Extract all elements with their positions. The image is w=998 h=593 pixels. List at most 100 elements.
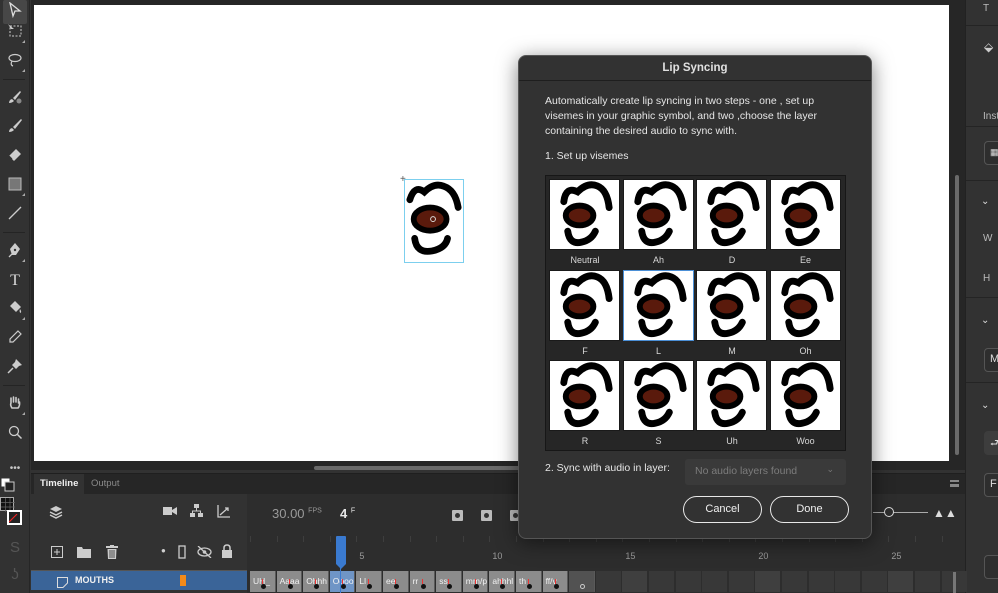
smooth-option[interactable]: S — [3, 535, 27, 559]
zoom-tool[interactable] — [3, 422, 27, 446]
lock-icon[interactable] — [221, 544, 233, 561]
swap-colors-small-button[interactable] — [0, 477, 16, 494]
viseme-ah[interactable]: Ah — [622, 179, 695, 269]
mouths-symbol-instance[interactable] — [404, 179, 464, 263]
pen-tool[interactable] — [3, 240, 27, 264]
timeline-vertical-scrollbar[interactable] — [953, 572, 956, 593]
viseme-l[interactable]: L — [622, 269, 695, 360]
frame-picker-field[interactable]: F — [984, 473, 998, 497]
timeline-zoom-knob[interactable] — [884, 507, 894, 517]
viseme-thumbnail[interactable] — [696, 179, 767, 250]
stroke-color-swatch[interactable] — [0, 497, 15, 512]
viseme-oh[interactable]: Oh — [769, 269, 842, 360]
keyframe[interactable]: ss — [436, 571, 462, 592]
paint-bucket-tool[interactable] — [3, 298, 27, 322]
fluid-brush-tool[interactable] — [3, 87, 27, 111]
chevron-down-icon[interactable]: ⌄ — [981, 196, 989, 207]
fps-readout[interactable]: 30.00 FPS — [272, 506, 322, 521]
keyframe[interactable]: ahhhl — [489, 571, 515, 592]
fit-frames-mountain-icon[interactable]: ▲▲ — [933, 506, 957, 520]
current-frame-value: 4 — [340, 506, 348, 521]
viseme-woo[interactable]: Woo — [769, 360, 842, 450]
keyframe[interactable]: Oooo — [329, 571, 356, 592]
new-layer-icon[interactable] — [51, 546, 63, 561]
tab-timeline[interactable]: Timeline — [34, 474, 85, 494]
straighten-option[interactable]: ʖ — [3, 562, 27, 586]
keyframe[interactable]: Ohhh — [303, 571, 329, 592]
viseme-d[interactable]: D — [696, 179, 768, 269]
viseme-thumbnail[interactable] — [696, 360, 767, 431]
keyframe[interactable]: Aaaa — [276, 571, 303, 592]
highlight-layer-dot-icon[interactable]: ● — [161, 546, 166, 555]
hand-tool[interactable] — [3, 393, 27, 417]
graph-easing-icon[interactable] — [217, 504, 231, 521]
pin-tool[interactable] — [3, 356, 27, 380]
keyframe[interactable]: UH_ — [250, 571, 276, 592]
lip-sync-button[interactable]: ⮐ — [984, 431, 998, 455]
viseme-thumbnail[interactable] — [696, 269, 767, 341]
viseme-thumbnail[interactable] — [769, 179, 841, 250]
current-frame-readout[interactable]: 4 F — [340, 506, 355, 521]
keyframe[interactable]: Ll — [356, 571, 382, 592]
keyframe[interactable]: ee — [383, 571, 409, 592]
layer-parenting-icon[interactable] — [190, 504, 204, 521]
viseme-thumbnail[interactable] — [549, 179, 620, 250]
viseme-thumbnail[interactable] — [769, 360, 841, 431]
viseme-thumbnail[interactable] — [769, 269, 841, 341]
line-tool[interactable] — [3, 203, 27, 227]
insert-keyframe-button[interactable] — [452, 510, 463, 521]
layers-icon[interactable] — [49, 505, 63, 522]
viseme-uh[interactable]: Uh — [696, 360, 768, 450]
layer-outline-color-swatch[interactable] — [180, 575, 186, 586]
eyedropper-tool[interactable] — [3, 327, 27, 351]
swap-symbol-button[interactable]: ▦ — [984, 141, 998, 165]
ruler-tick — [462, 536, 464, 542]
camera-icon[interactable] — [163, 505, 177, 520]
trash-icon[interactable] — [106, 545, 118, 562]
done-button[interactable]: Done — [770, 496, 849, 523]
keyframe[interactable]: mm/p — [462, 571, 489, 592]
insert-blank-keyframe-button[interactable] — [481, 510, 492, 521]
cancel-button[interactable]: Cancel — [683, 496, 762, 523]
viseme-thumbnail[interactable] — [622, 179, 694, 250]
timeline-zoom-track[interactable] — [873, 512, 928, 513]
viseme-s[interactable]: S — [622, 360, 695, 450]
chevron-down-icon[interactable]: ⌄ — [981, 315, 989, 326]
viseme-thumbnail[interactable] — [622, 360, 694, 431]
eraser-tool[interactable] — [3, 145, 27, 169]
ruler-tick — [356, 536, 358, 542]
panel-tab-label[interactable]: T — [983, 3, 989, 14]
keyframe[interactable] — [569, 571, 595, 592]
viseme-neutral[interactable]: Neutral — [549, 179, 621, 269]
fill-color-swatch[interactable] — [7, 510, 22, 525]
viseme-f[interactable]: F — [549, 269, 621, 360]
viseme-thumbnail[interactable] — [549, 360, 620, 431]
free-transform-tool[interactable] — [3, 21, 27, 45]
new-folder-icon[interactable] — [77, 546, 91, 561]
looping-dropdown[interactable]: M — [984, 348, 998, 372]
stage-vertical-scrollbar[interactable] — [955, 175, 959, 455]
keyframe[interactable]: th — [516, 571, 542, 592]
viseme-m[interactable]: M — [696, 269, 768, 360]
viseme-thumbnail[interactable] — [622, 269, 694, 341]
viseme-ee[interactable]: Ee — [769, 179, 842, 269]
audio-layer-select[interactable]: No audio layers found ⌄ — [685, 459, 846, 485]
viseme-thumbnail[interactable] — [549, 269, 620, 341]
hide-layers-eye-icon[interactable] — [197, 545, 212, 561]
tab-output[interactable]: Output — [85, 474, 126, 494]
lasso-tool[interactable] — [3, 50, 27, 74]
panel-field[interactable] — [984, 555, 998, 579]
rectangle-tool[interactable] — [3, 174, 27, 198]
paint-brush-tool[interactable] — [3, 116, 27, 140]
keyframe[interactable]: rr — [409, 571, 436, 592]
layer-name[interactable]: MOUTHS — [75, 575, 114, 585]
chevron-down-icon[interactable]: ⌄ — [981, 400, 989, 411]
layer-row-mouths[interactable]: MOUTHS — [31, 570, 247, 590]
viseme-r[interactable]: R — [549, 360, 621, 450]
step1-label: 1. Set up visemes — [545, 150, 629, 162]
text-tool[interactable]: T — [3, 269, 27, 293]
panel-menu-icon[interactable] — [950, 480, 959, 487]
keyframe[interactable]: ff/v — [542, 571, 569, 592]
playhead-handle[interactable] — [336, 536, 346, 569]
outline-toggle-icon[interactable] — [178, 545, 186, 562]
